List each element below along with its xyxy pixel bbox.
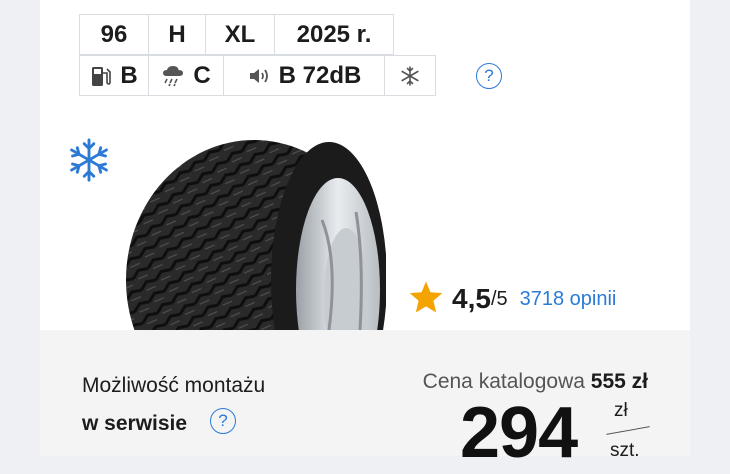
eu-label-row: B C B 72dB <box>79 55 436 97</box>
rain-cloud-icon <box>161 64 185 88</box>
snowflake-small-icon <box>399 65 421 87</box>
speaker-sound-icon <box>247 65 271 87</box>
price-currency: zł <box>614 400 628 421</box>
rating-max: /5 <box>490 287 508 310</box>
reviews-link[interactable]: 3718 opinii <box>520 288 617 311</box>
eu-label-help-button[interactable]: ? <box>476 63 502 89</box>
noise-value: B 72dB <box>278 61 362 89</box>
wet-grip-class-value: C <box>193 61 211 89</box>
snowflake-icon <box>66 136 112 189</box>
speed-index-value: H <box>168 20 186 48</box>
wet-grip-cell: C <box>148 55 224 96</box>
catalog-price-label: Cena katalogowa <box>422 370 591 393</box>
fuel-class-value: B <box>120 61 138 89</box>
mounting-service: w serwisie <box>82 412 188 435</box>
season-cell <box>384 55 436 96</box>
help-glyph: ? <box>218 411 228 430</box>
rating-panel[interactable]: 4,5 /5 3718 opinii <box>390 268 690 330</box>
price-unit-divider <box>606 426 650 435</box>
production-year-cell: 2025 r. <box>274 14 394 55</box>
tire-attributes-grid: 96 H XL 2025 r. B C B 72dB <box>79 14 436 97</box>
reinforcement-value: XL <box>224 20 256 48</box>
price-unit: szt. <box>610 440 640 461</box>
fuel-pump-icon <box>90 64 112 88</box>
mounting-help-button[interactable]: ? <box>210 408 236 434</box>
mounting-label: Możliwość montażu <box>82 374 266 397</box>
attributes-row: 96 H XL 2025 r. <box>79 14 436 56</box>
price-value: 294 <box>460 393 578 473</box>
purchase-panel: Możliwość montażu w serwisie ? Cena kata… <box>40 330 690 473</box>
load-index-cell: 96 <box>79 14 149 55</box>
production-year-value: 2025 r. <box>296 20 372 48</box>
noise-cell: B 72dB <box>223 55 385 96</box>
help-glyph: ? <box>484 66 494 85</box>
tire-image <box>124 140 386 330</box>
star-icon <box>408 280 444 319</box>
speed-index-cell: H <box>148 14 206 55</box>
catalog-price-value: 555 zł <box>590 370 648 393</box>
rating-value: 4,5 <box>452 283 491 314</box>
catalog-price: Cena katalogowa 555 zł <box>423 370 648 394</box>
load-index-value: 96 <box>100 20 128 48</box>
reinforcement-cell: XL <box>205 14 275 55</box>
fuel-efficiency-cell: B <box>79 55 149 96</box>
